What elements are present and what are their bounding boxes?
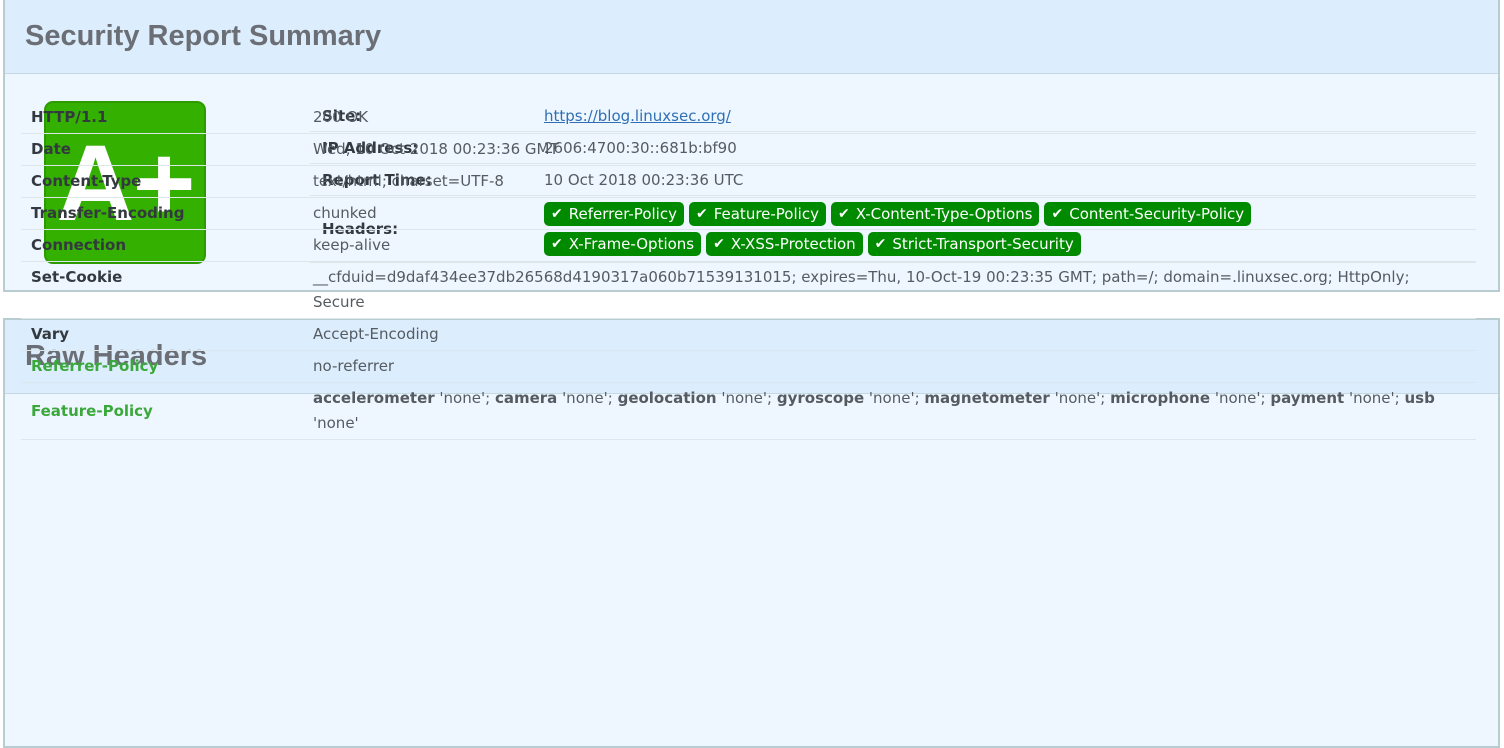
raw-header-name: Content-Type: [31, 172, 142, 190]
raw-header-row: Set-Cookie __cfduid=d9daf434ee37db26568d4…: [21, 262, 1476, 319]
feature-value: 'none': [313, 414, 359, 432]
raw-header-value: 200 OK: [313, 108, 369, 126]
raw-header-name: Feature-Policy: [31, 401, 153, 420]
raw-header-value: keep-alive: [313, 236, 391, 254]
feature-value: 'none';: [1214, 389, 1266, 407]
raw-header-row: Content-Type text/html; charset=UTF-8: [21, 166, 1476, 198]
raw-header-name: Referrer-Policy: [31, 357, 159, 375]
raw-header-row: Connection keep-alive: [21, 230, 1476, 262]
feature-value: 'none';: [721, 389, 773, 407]
summary-title: Security Report Summary: [25, 20, 382, 52]
raw-header-name: Date: [31, 140, 71, 158]
raw-header-row: Date Wed, 10 Oct 2018 00:23:36 GMT: [21, 134, 1476, 166]
feature-name: microphone: [1110, 389, 1211, 407]
summary-header: Security Report Summary: [5, 0, 1498, 74]
raw-header-value: no-referrer: [313, 357, 395, 375]
feature-name: camera: [494, 389, 558, 407]
raw-header-row: HTTP/1.1 200 OK: [21, 102, 1476, 134]
feature-value: 'none';: [562, 389, 613, 407]
feature-name: accelerometer: [313, 389, 435, 407]
raw-header-value: Accept-Encoding: [313, 325, 439, 343]
raw-header-row: Transfer-Encoding chunked: [21, 198, 1476, 230]
raw-header-name: Connection: [31, 236, 127, 254]
raw-header-row: Vary Accept-Encoding: [21, 319, 1476, 351]
raw-header-row: Referrer-Policy no-referrer: [21, 351, 1476, 383]
feature-value: 'none';: [439, 389, 491, 407]
feature-value: 'none';: [1348, 389, 1400, 407]
feature-name: magnetometer: [924, 389, 1050, 407]
feature-value: 'none';: [1054, 389, 1106, 407]
feature-value: 'none';: [868, 389, 920, 407]
feature-name: usb: [1404, 389, 1435, 407]
raw-header-name: Set-Cookie: [31, 268, 123, 286]
feature-name: gyroscope: [776, 389, 865, 407]
raw-header-name: HTTP/1.1: [31, 108, 108, 126]
raw-header-name: Vary: [31, 325, 70, 343]
raw-header-value: Wed, 10 Oct 2018 00:23:36 GMT: [313, 140, 559, 158]
feature-policy-value: accelerometer 'none'; camera 'none'; geo…: [313, 386, 1476, 436]
feature-name: payment: [1270, 389, 1345, 407]
raw-header-row: Feature-Policy accelerometer 'none'; came…: [21, 383, 1476, 440]
raw-header-value: text/html; charset=UTF-8: [313, 172, 504, 190]
raw-header-value: __cfduid=d9daf434ee37db26568d4190317a060…: [313, 268, 1410, 311]
raw-header-value: chunked: [313, 204, 377, 222]
raw-header-name: Transfer-Encoding: [31, 204, 185, 222]
feature-name: geolocation: [617, 389, 717, 407]
raw-headers-table: HTTP/1.1 200 OK Date Wed, 10 Oct 2018 00:23…: [21, 102, 1476, 440]
